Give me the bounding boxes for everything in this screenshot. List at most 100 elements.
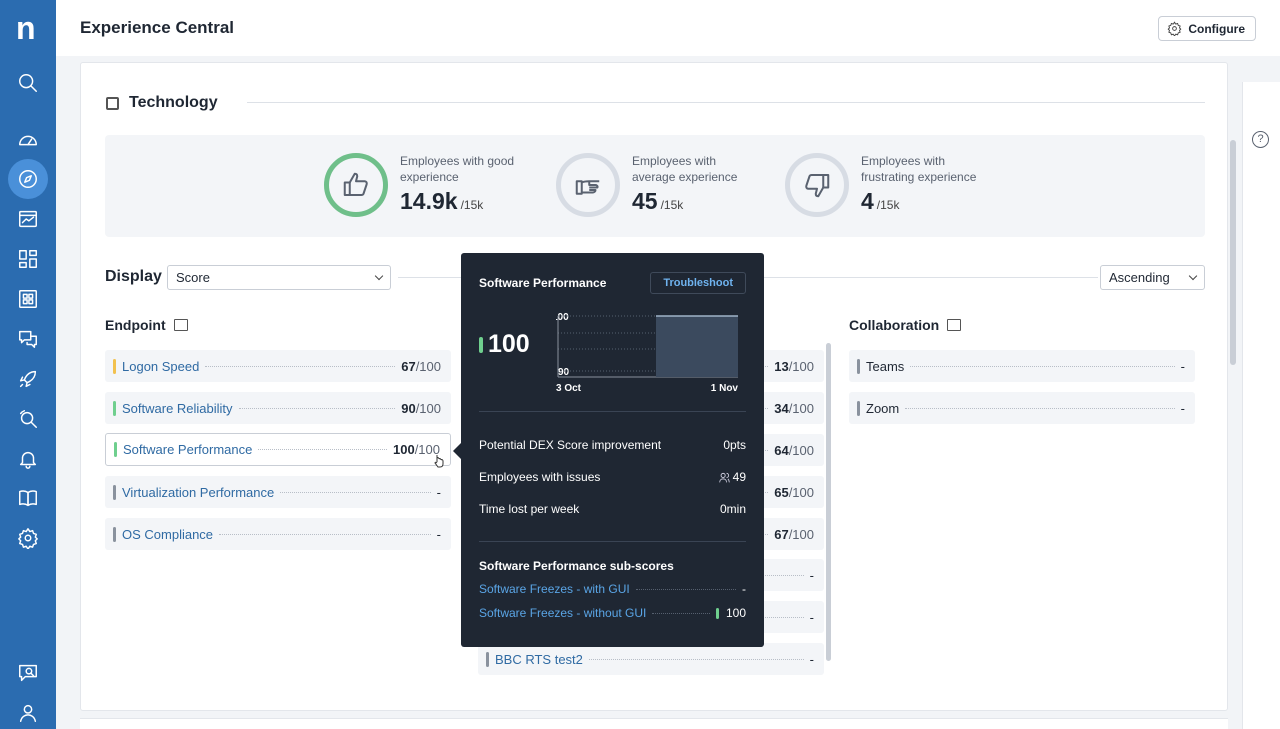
- metric-denominator: /100: [415, 358, 441, 374]
- collaboration-header: Collaboration: [849, 317, 962, 333]
- metric-name[interactable]: Logon Speed: [122, 359, 199, 374]
- help-icon[interactable]: ?: [1252, 131, 1269, 148]
- gear-icon[interactable]: [8, 518, 48, 558]
- metric-name[interactable]: BBC RTS test2: [495, 652, 583, 667]
- subscore-row[interactable]: Software Freezes - without GUI 100: [479, 606, 746, 620]
- subscore-row[interactable]: Software Freezes - with GUI -: [479, 582, 746, 596]
- speedometer-icon[interactable]: [8, 120, 48, 160]
- column-scrollbar[interactable]: [826, 343, 831, 661]
- metric-row-os-compliance[interactable]: OS Compliance -: [105, 518, 451, 550]
- metric-row-virtualization-performance[interactable]: Virtualization Performance -: [105, 476, 451, 508]
- row-value: 0pts: [723, 438, 746, 452]
- stat-denominator: /15k: [660, 198, 684, 212]
- apps-grid-icon[interactable]: [8, 279, 48, 319]
- metric-value: -: [809, 567, 814, 583]
- dot-leader: [238, 407, 396, 409]
- chevron-down-icon: [374, 271, 384, 281]
- metric-row-software-reliability[interactable]: Software Reliability 90/100: [105, 392, 451, 424]
- tooltip-row-dex-improvement: Potential DEX Score improvement 0pts: [479, 438, 746, 452]
- score-bar: [114, 442, 117, 457]
- stat-good[interactable]: Employees with good experience 14.9k/15k: [324, 153, 530, 217]
- next-panel-edge: [80, 718, 1228, 729]
- good-ring: [324, 153, 388, 217]
- score-bar: [113, 484, 116, 500]
- x-end-label: 1 Nov: [711, 383, 739, 391]
- dot-leader: [652, 612, 710, 614]
- score-bar: [113, 400, 116, 416]
- metric-row-bbc-rts-test2[interactable]: BBC RTS test2 -: [478, 643, 824, 675]
- compass-icon[interactable]: [8, 159, 48, 199]
- troubleshoot-button[interactable]: Troubleshoot: [650, 272, 746, 294]
- investigate-icon[interactable]: [8, 399, 48, 439]
- chart-window-icon[interactable]: [8, 199, 48, 239]
- rocket-icon[interactable]: [8, 359, 48, 399]
- score-tooltip: Software Performance Troubleshoot 100 10…: [461, 253, 764, 647]
- right-rail: [1242, 82, 1280, 729]
- column-title: Endpoint: [105, 317, 166, 333]
- stat-label: Employees with average experience: [632, 154, 738, 184]
- trend-icon[interactable]: [947, 319, 962, 331]
- metric-name[interactable]: Software Performance: [123, 442, 252, 457]
- subscores-title: Software Performance sub-scores: [479, 559, 674, 573]
- chat-icon[interactable]: [8, 319, 48, 359]
- metric-name[interactable]: Virtualization Performance: [122, 485, 274, 500]
- metric-name[interactable]: OS Compliance: [122, 527, 213, 542]
- app-logo[interactable]: n: [16, 12, 40, 44]
- page-scrollbar[interactable]: [1230, 140, 1236, 365]
- users-icon: [718, 472, 730, 482]
- row-value: 0min: [719, 502, 746, 516]
- subscore-name[interactable]: Software Freezes - with GUI: [479, 582, 630, 596]
- thumbs-down-icon: [805, 174, 830, 198]
- metric-row-logon-speed[interactable]: Logon Speed 67/100: [105, 350, 451, 382]
- average-ring: [556, 153, 620, 217]
- display-select[interactable]: Score: [167, 265, 391, 290]
- display-label: Display: [105, 268, 162, 285]
- gear-icon: [1167, 21, 1182, 36]
- feedback-icon[interactable]: [8, 653, 48, 693]
- tooltip-score: 100: [488, 330, 530, 358]
- header: Experience Central Configure: [56, 0, 1280, 56]
- stat-denominator: /15k: [460, 198, 484, 212]
- dot-leader: [205, 365, 396, 367]
- dot-leader: [588, 658, 804, 660]
- score-bar: [857, 358, 860, 374]
- metric-value: 100: [392, 442, 415, 457]
- stat-value: 45: [632, 188, 658, 214]
- dashboard-icon[interactable]: [8, 239, 48, 279]
- metric-value: 13: [774, 358, 789, 374]
- display-selected-value: Score: [176, 270, 210, 285]
- divider: [479, 541, 746, 542]
- sort-selected-value: Ascending: [1109, 270, 1170, 285]
- score-bar: [479, 337, 483, 353]
- subscore-name[interactable]: Software Freezes - without GUI: [479, 606, 646, 620]
- metric-row-teams[interactable]: Teams -: [849, 350, 1195, 382]
- metric-row-software-performance[interactable]: Software Performance 100/100: [105, 433, 451, 466]
- tooltip-row-time-lost: Time lost per week 0min: [479, 502, 746, 516]
- dot-leader: [910, 365, 1175, 367]
- page-title: Experience Central: [80, 18, 235, 37]
- metric-value: 90: [401, 400, 416, 416]
- dot-leader: [635, 588, 736, 590]
- metric-name[interactable]: Software Reliability: [122, 401, 233, 416]
- trend-icon[interactable]: [173, 319, 188, 331]
- user-icon[interactable]: [8, 693, 48, 729]
- section-title: Technology: [129, 94, 218, 111]
- sort-select[interactable]: Ascending: [1100, 265, 1205, 290]
- stat-average[interactable]: Employees with average experience 45/15k: [556, 153, 762, 217]
- search-icon[interactable]: [8, 63, 48, 103]
- metric-value: 65: [774, 484, 789, 500]
- bell-icon[interactable]: [8, 439, 48, 479]
- metric-denominator: /100: [788, 400, 814, 416]
- metric-denominator: /100: [788, 526, 814, 542]
- configure-button[interactable]: Configure: [1158, 16, 1256, 41]
- metric-value: -: [436, 484, 441, 500]
- metric-row-zoom[interactable]: Zoom -: [849, 392, 1195, 424]
- chevron-down-icon: [1188, 271, 1198, 281]
- metric-value: -: [1180, 358, 1185, 374]
- thumbs-up-icon: [343, 172, 368, 196]
- x-start-label: 3 Oct: [556, 383, 582, 391]
- book-icon[interactable]: [8, 478, 48, 518]
- stat-frustrating[interactable]: Employees with frustrating experience 4/…: [785, 153, 991, 217]
- metric-value: -: [809, 609, 814, 625]
- column-title: Collaboration: [849, 317, 940, 333]
